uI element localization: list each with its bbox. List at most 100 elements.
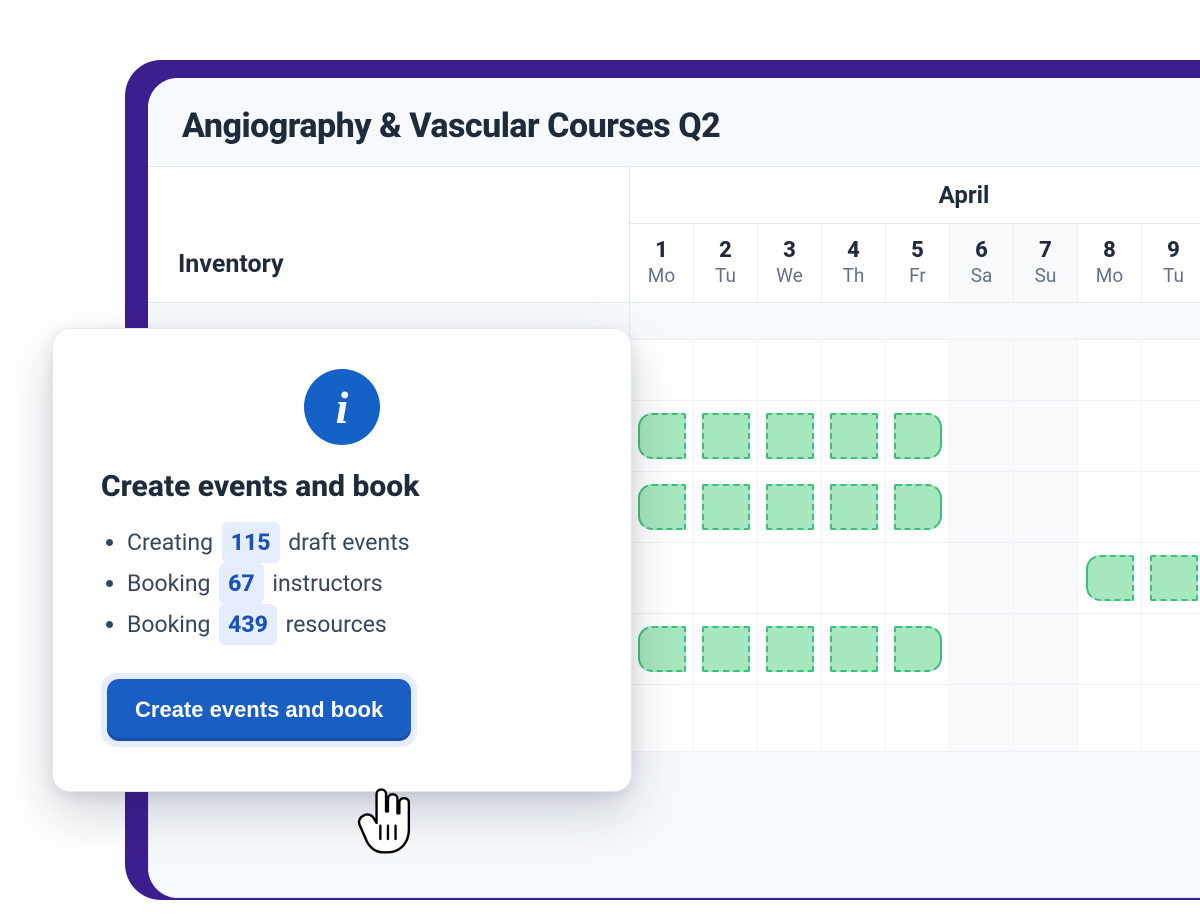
grid-cell[interactable] (694, 401, 758, 471)
grid-cell[interactable] (1142, 685, 1200, 751)
grid-cell[interactable] (1078, 472, 1142, 542)
day-header-cell: 7Su (1014, 224, 1078, 302)
popover-line-draft-events: Creating 115 draft events (127, 522, 583, 563)
grid-cell[interactable] (1078, 685, 1142, 751)
day-number: 5 (911, 239, 924, 263)
grid-cell[interactable] (950, 401, 1014, 471)
day-header-cell: 2Tu (694, 224, 758, 302)
grid-cell (630, 303, 694, 339)
grid-cell[interactable] (1078, 401, 1142, 471)
grid-cell[interactable] (630, 340, 694, 400)
event-chip[interactable] (830, 626, 878, 672)
grid-cell (822, 303, 886, 339)
grid-cell[interactable] (1014, 340, 1078, 400)
grid-cell[interactable] (630, 401, 694, 471)
grid-cell[interactable] (630, 685, 694, 751)
grid-cell[interactable] (822, 685, 886, 751)
grid-cell[interactable] (1142, 543, 1200, 613)
grid-cell[interactable] (950, 614, 1014, 684)
event-chip[interactable] (702, 413, 750, 459)
day-header-cell: 5Fr (886, 224, 950, 302)
event-chip[interactable] (766, 626, 814, 672)
grid-cell[interactable] (950, 472, 1014, 542)
inventory-header-cell: Inventory (148, 167, 630, 302)
grid-cell[interactable] (694, 614, 758, 684)
grid-cell[interactable] (822, 401, 886, 471)
grid-cell[interactable] (950, 685, 1014, 751)
day-number: 6 (975, 239, 988, 263)
grid-cell[interactable] (630, 614, 694, 684)
day-header-cell: 4Th (822, 224, 886, 302)
event-chip[interactable] (702, 484, 750, 530)
grid-cell (1078, 303, 1142, 339)
grid-cell[interactable] (1078, 543, 1142, 613)
grid-cell[interactable] (694, 340, 758, 400)
day-header-cell: 1Mo (630, 224, 694, 302)
event-chip[interactable] (766, 413, 814, 459)
grid-cell[interactable] (758, 543, 822, 613)
grid-cell[interactable] (630, 543, 694, 613)
grid-cell[interactable] (1078, 340, 1142, 400)
event-chip[interactable] (894, 484, 942, 530)
grid-cell[interactable] (886, 543, 950, 613)
grid-cell[interactable] (1014, 401, 1078, 471)
day-header-cell: 8Mo (1078, 224, 1142, 302)
grid-cell[interactable] (822, 543, 886, 613)
grid-cell[interactable] (822, 614, 886, 684)
event-chip[interactable] (638, 484, 686, 530)
grid-cell[interactable] (1014, 614, 1078, 684)
grid-cell[interactable] (950, 340, 1014, 400)
popover-line-instructors: Booking 67 instructors (127, 563, 583, 604)
event-chip[interactable] (894, 626, 942, 672)
grid-cell (886, 303, 950, 339)
day-header-cell: 9Tu (1142, 224, 1200, 302)
day-header-cell: 6 Sa (950, 224, 1014, 302)
grid-cell[interactable] (886, 614, 950, 684)
info-icon: i (304, 369, 380, 445)
grid-cell[interactable] (758, 472, 822, 542)
grid-cell[interactable] (758, 614, 822, 684)
grid-cell[interactable] (1014, 472, 1078, 542)
grid-cell[interactable] (950, 543, 1014, 613)
grid-cell[interactable] (1078, 614, 1142, 684)
grid-cell[interactable] (1142, 401, 1200, 471)
grid-cell[interactable] (758, 340, 822, 400)
grid-cell[interactable] (694, 543, 758, 613)
popover-list: Creating 115 draft events Booking 67 ins… (101, 522, 583, 645)
grid-cell[interactable] (886, 472, 950, 542)
grid-cell (694, 303, 758, 339)
grid-cell[interactable] (694, 472, 758, 542)
day-number: 4 (847, 239, 860, 263)
day-name: Sa (971, 266, 993, 287)
grid-cell[interactable] (886, 401, 950, 471)
event-chip[interactable] (638, 413, 686, 459)
event-chip[interactable] (1086, 555, 1134, 601)
grid-cell[interactable] (630, 472, 694, 542)
event-chip[interactable] (830, 484, 878, 530)
day-number: 1 (655, 239, 668, 263)
grid-cell[interactable] (886, 340, 950, 400)
grid-cell[interactable] (1014, 543, 1078, 613)
grid-cell[interactable] (694, 685, 758, 751)
day-name: Su (1035, 266, 1057, 287)
event-chip[interactable] (766, 484, 814, 530)
event-chip[interactable] (894, 413, 942, 459)
create-events-and-book-button[interactable]: Create events and book (107, 679, 411, 741)
grid-cell[interactable] (758, 401, 822, 471)
grid-cell[interactable] (886, 685, 950, 751)
event-chip[interactable] (1150, 555, 1198, 601)
days-row: 1Mo2Tu3We4Th5Fr6Sa7Su8Mo9Tu (630, 224, 1200, 302)
grid-cell[interactable] (1142, 472, 1200, 542)
event-chip[interactable] (830, 413, 878, 459)
grid-cell[interactable] (1014, 685, 1078, 751)
resource-row-right (630, 685, 1200, 751)
grid-cell[interactable] (758, 685, 822, 751)
grid-cell[interactable] (822, 472, 886, 542)
instructors-count: 67 (219, 563, 264, 604)
event-chip[interactable] (702, 626, 750, 672)
event-chip[interactable] (638, 626, 686, 672)
grid-cell[interactable] (822, 340, 886, 400)
inventory-group-right (630, 340, 1200, 400)
grid-cell[interactable] (1142, 340, 1200, 400)
grid-cell[interactable] (1142, 614, 1200, 684)
